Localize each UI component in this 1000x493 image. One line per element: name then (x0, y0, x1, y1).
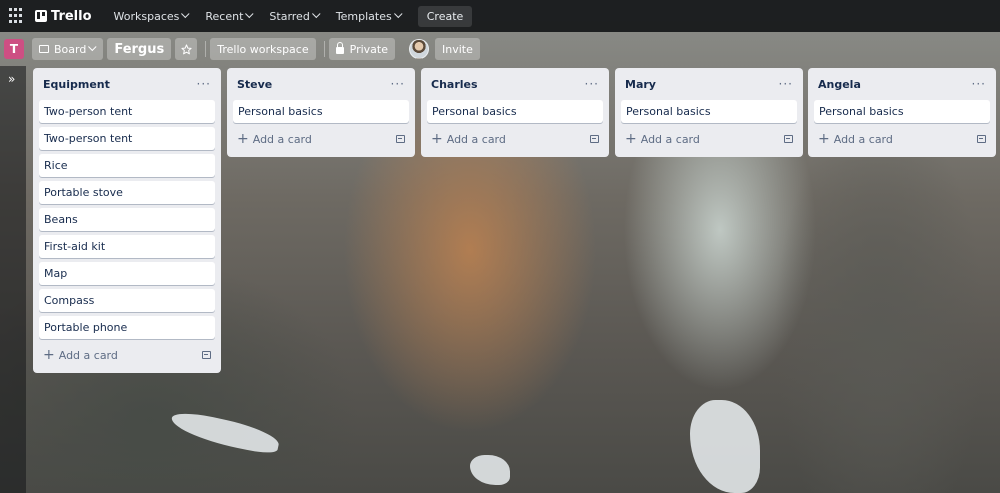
plus-icon: + (625, 131, 637, 147)
nav-templates-label: Templates (335, 9, 392, 23)
plus-icon: + (43, 347, 55, 363)
plus-icon: + (818, 131, 830, 147)
header-divider (205, 41, 207, 57)
card[interactable]: Portable phone (39, 316, 215, 339)
visibility-label: Private (349, 42, 388, 56)
header-divider (323, 41, 325, 57)
add-card-row: + Add a card (814, 127, 990, 151)
chevron-down-icon (181, 9, 190, 19)
card[interactable]: Personal basics (427, 100, 603, 123)
plus-icon: + (431, 131, 443, 147)
list-mary: Mary ··· Personal basics + Add a card (615, 68, 803, 157)
card[interactable]: Portable stove (39, 181, 215, 204)
nav-workspaces[interactable]: Workspaces (106, 0, 198, 32)
add-card-label: Add a card (58, 348, 118, 362)
lock-icon (335, 42, 344, 54)
card-template-icon[interactable] (977, 135, 986, 143)
plus-icon: + (237, 131, 249, 147)
list-header: Charles ··· (427, 72, 603, 96)
sidebar-collapsed: » (0, 66, 26, 493)
board-header: T Board Fergus Trello workspace Private … (0, 32, 1000, 66)
background-snow (168, 408, 282, 457)
add-card-row: + Add a card (39, 343, 215, 367)
list-charles: Charles ··· Personal basics + Add a card (421, 68, 609, 157)
list-title[interactable]: Charles (431, 78, 478, 91)
list-header: Equipment ··· (39, 72, 215, 96)
list-header: Steve ··· (233, 72, 409, 96)
list-menu-icon[interactable]: ··· (391, 77, 405, 91)
app-switcher-icon[interactable] (9, 8, 25, 24)
board-icon (39, 45, 49, 53)
list-angela: Angela ··· Personal basics + Add a card (808, 68, 996, 157)
list-title[interactable]: Equipment (43, 78, 110, 91)
add-card-button[interactable]: + Add a card (43, 348, 118, 362)
background-snow (690, 400, 760, 493)
trello-logo[interactable]: Trello (35, 9, 92, 24)
add-card-label: Add a card (833, 132, 893, 146)
board-view-switcher[interactable]: Board (32, 38, 104, 60)
chevron-down-icon (88, 42, 97, 52)
add-card-row: + Add a card (233, 127, 409, 151)
list-header: Mary ··· (621, 72, 797, 96)
card[interactable]: Personal basics (814, 100, 990, 123)
list-menu-icon[interactable]: ··· (972, 77, 986, 91)
visibility-button[interactable]: Private (328, 38, 395, 60)
add-card-button[interactable]: + Add a card (431, 132, 506, 146)
add-card-label: Add a card (252, 132, 312, 146)
add-card-label: Add a card (640, 132, 700, 146)
card[interactable]: Rice (39, 154, 215, 177)
chevron-down-icon (393, 9, 403, 19)
nav-starred[interactable]: Starred (261, 0, 327, 32)
chevron-down-icon (245, 9, 254, 19)
star-board-button[interactable] (175, 38, 198, 60)
member-avatar[interactable] (408, 39, 429, 59)
list-header: Angela ··· (814, 72, 990, 96)
top-nav-bar: Trello Workspaces Recent Starred Templat… (0, 0, 1000, 32)
invite-button[interactable]: Invite (434, 38, 480, 60)
card[interactable]: Compass (39, 289, 215, 312)
card[interactable]: Map (39, 262, 215, 285)
add-card-label: Add a card (446, 132, 506, 146)
nav-recent-label: Recent (205, 9, 244, 23)
nav-recent[interactable]: Recent (197, 0, 261, 32)
card[interactable]: Beans (39, 208, 215, 231)
background-snow (470, 455, 510, 485)
nav-templates[interactable]: Templates (328, 0, 410, 32)
board-view-label: Board (54, 42, 87, 56)
star-icon (181, 43, 192, 54)
card-template-icon[interactable] (396, 135, 405, 143)
card-template-icon[interactable] (202, 351, 211, 359)
list-title[interactable]: Mary (625, 78, 656, 91)
workspace-avatar[interactable]: T (4, 39, 24, 59)
list-title[interactable]: Angela (818, 78, 861, 91)
add-card-button[interactable]: + Add a card (237, 132, 312, 146)
card[interactable]: Personal basics (233, 100, 409, 123)
card-template-icon[interactable] (784, 135, 793, 143)
add-card-button[interactable]: + Add a card (625, 132, 700, 146)
chevron-down-icon (311, 9, 321, 19)
expand-sidebar-icon[interactable]: » (8, 72, 15, 86)
trello-logo-text: Trello (51, 8, 92, 24)
list-steve: Steve ··· Personal basics + Add a card (227, 68, 415, 157)
add-card-row: + Add a card (621, 127, 797, 151)
workspace-visible-button[interactable]: Trello workspace (210, 38, 316, 60)
list-menu-icon[interactable]: ··· (779, 77, 793, 91)
list-menu-icon[interactable]: ··· (197, 77, 211, 91)
card[interactable]: First-aid kit (39, 235, 215, 258)
nav-starred-label: Starred (269, 9, 310, 23)
card[interactable]: Two-person tent (39, 100, 215, 123)
trello-logo-icon (35, 10, 47, 22)
add-card-row: + Add a card (427, 127, 603, 151)
card[interactable]: Personal basics (621, 100, 797, 123)
nav-workspaces-label: Workspaces (113, 9, 180, 23)
card-template-icon[interactable] (590, 135, 599, 143)
list-menu-icon[interactable]: ··· (585, 77, 599, 91)
create-button[interactable]: Create (417, 5, 473, 27)
card[interactable]: Two-person tent (39, 127, 215, 150)
add-card-button[interactable]: + Add a card (818, 132, 893, 146)
list-equipment: Equipment ··· Two-person tent Two-person… (33, 68, 221, 373)
board-title[interactable]: Fergus (107, 38, 172, 60)
list-title[interactable]: Steve (237, 78, 272, 91)
